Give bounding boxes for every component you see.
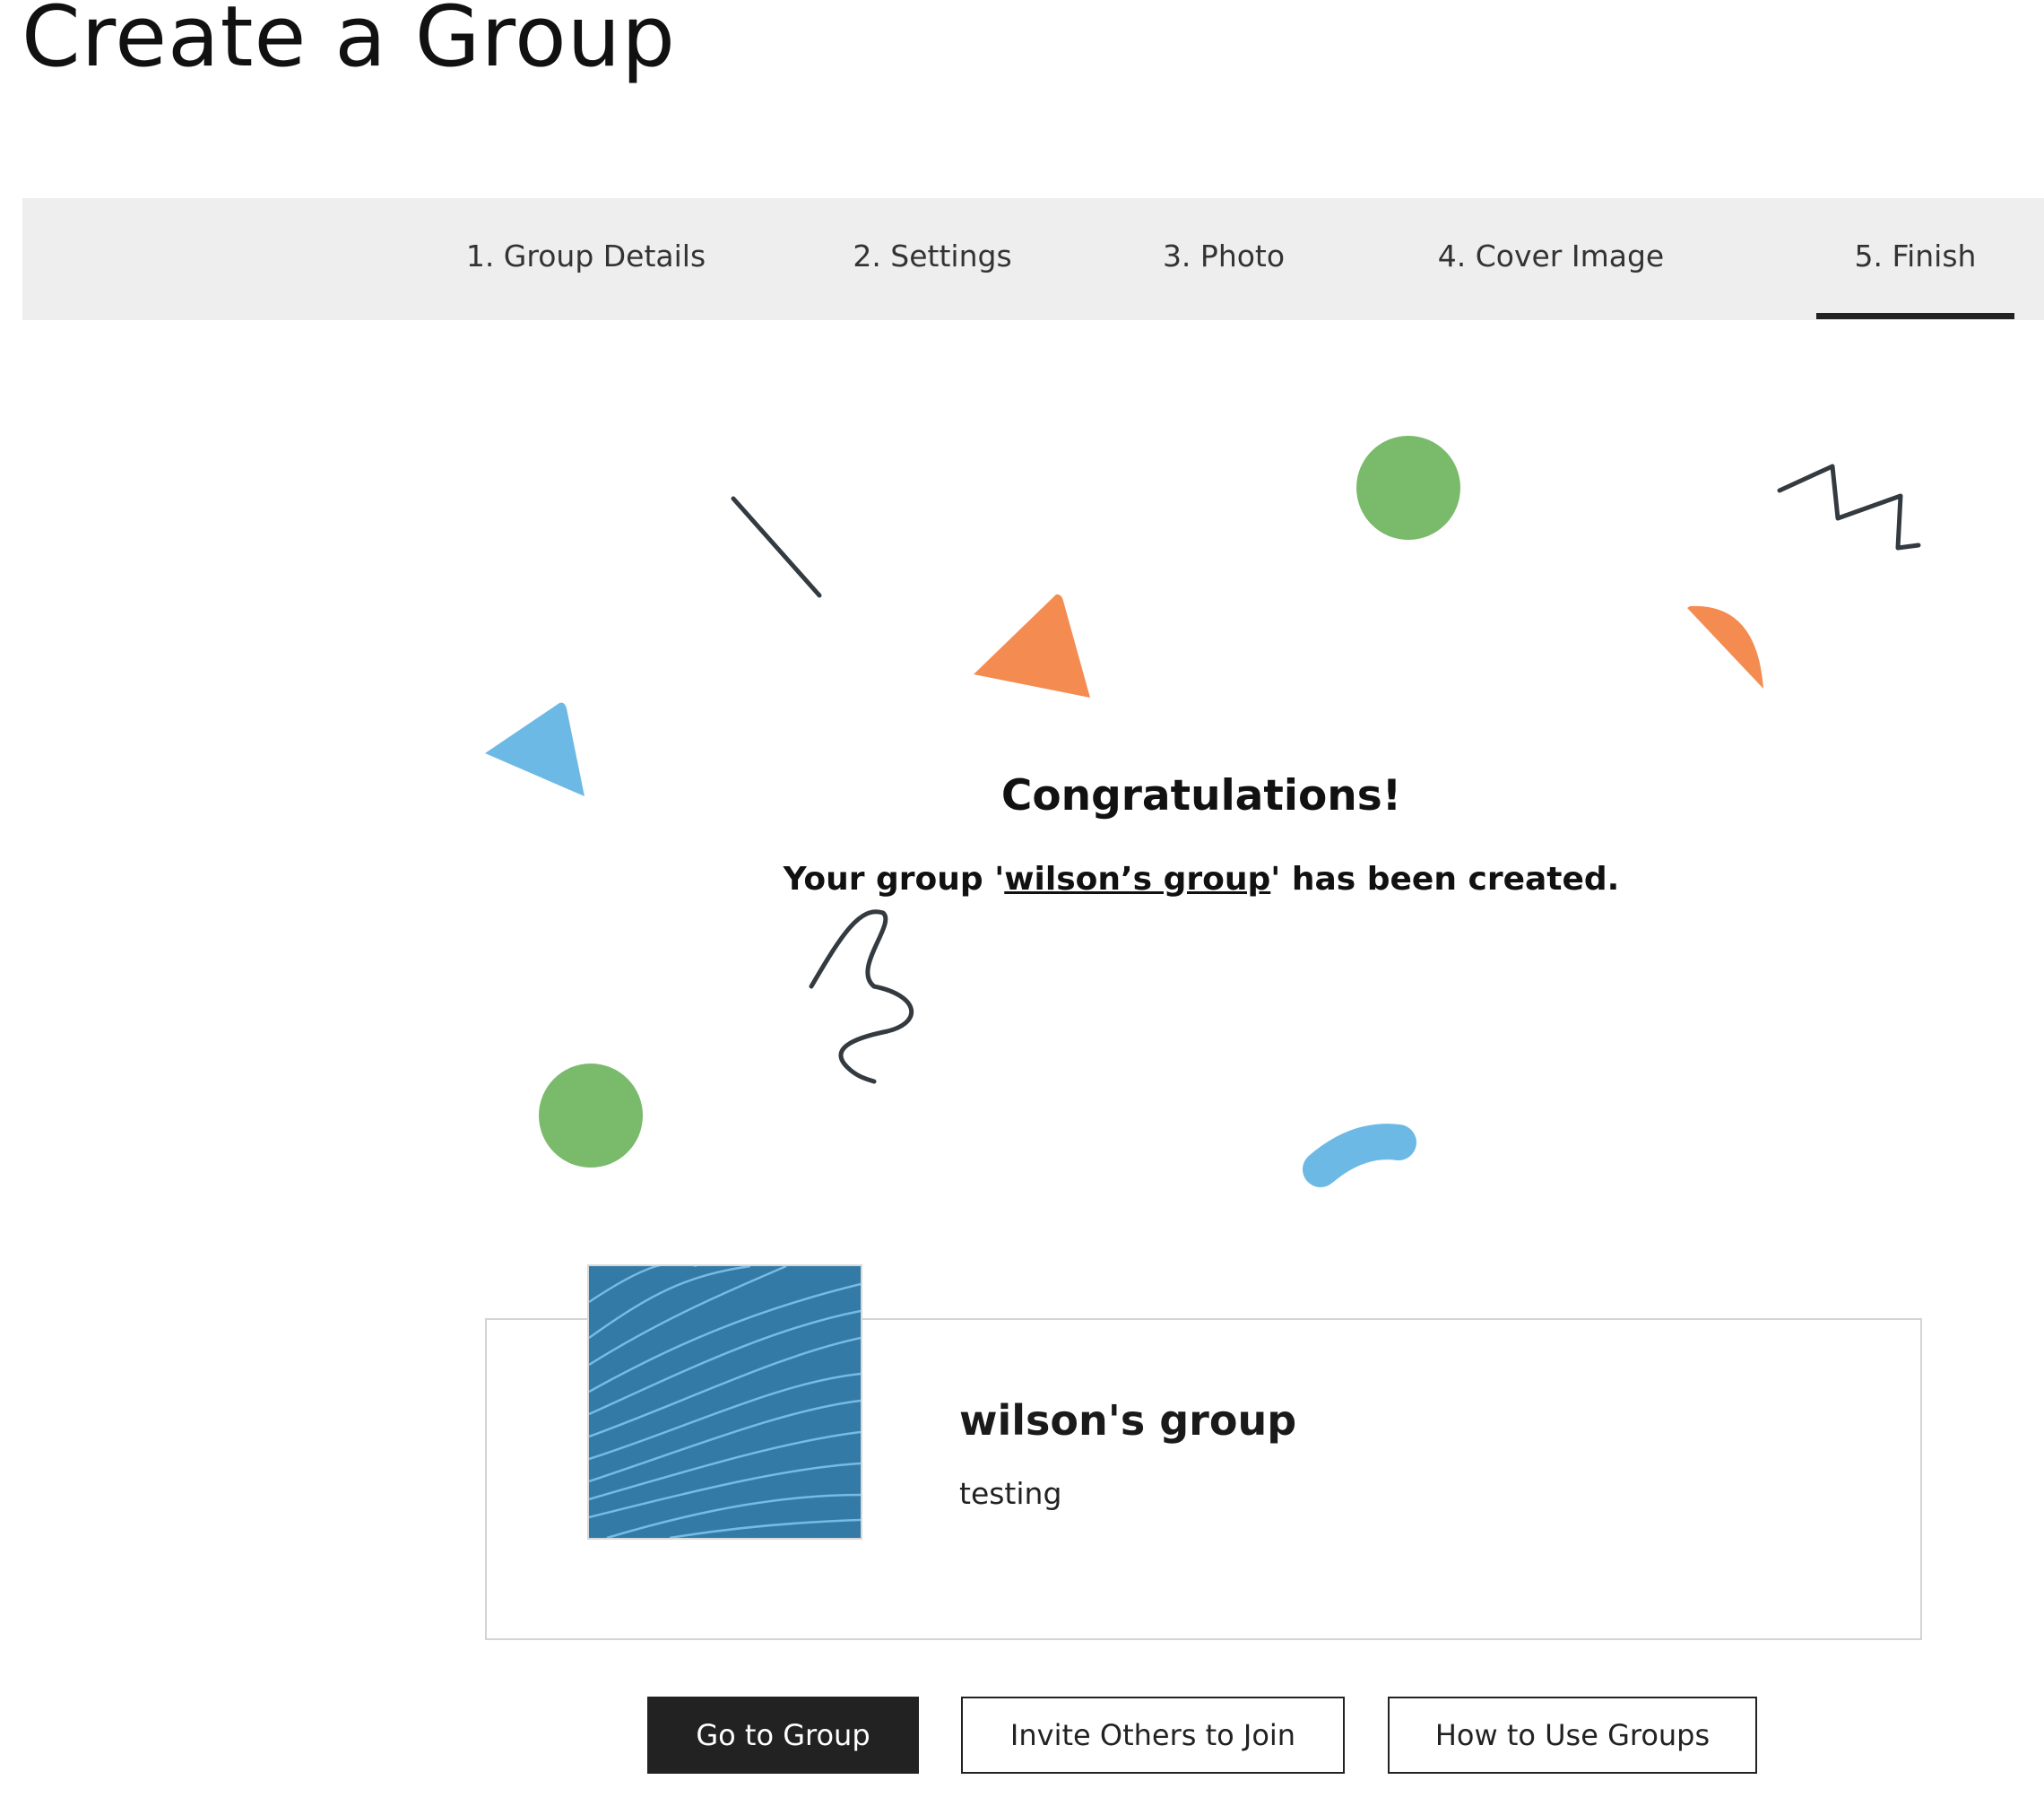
how-to-use-groups-button[interactable]: How to Use Groups [1388,1697,1757,1774]
group-created-message: Your group 'wilson’s group' has been cre… [574,861,1829,898]
confetti-squiggle-shape [809,909,914,1084]
confetti-green-circle [1356,436,1460,540]
page-title: Create a Group [22,0,676,86]
group-description: testing [959,1476,1062,1511]
confetti-green-circle-2 [539,1064,643,1168]
invite-others-button[interactable]: Invite Others to Join [961,1697,1345,1774]
wave-pattern-image [587,1264,862,1540]
step-cover-image[interactable]: 4. Cover Image [1407,198,1694,320]
step-settings[interactable]: 2. Settings [820,198,1044,320]
step-group-details[interactable]: 1. Group Details [435,198,737,320]
step-finish[interactable]: 5. Finish [1816,198,2014,320]
confetti-orange-triangle [974,594,1090,698]
active-step-indicator [1816,313,2014,319]
group-link[interactable]: wilson’s group [1004,861,1270,898]
congratulations-heading: Congratulations! [1000,771,1402,821]
group-name: wilson's group [959,1396,1297,1445]
confetti-zigzag-shape [1777,464,1921,551]
go-to-group-button[interactable]: Go to Group [647,1697,919,1774]
confetti-blue-triangle [485,702,585,796]
confetti-orange-wedge [1687,605,1763,689]
confetti-line-shape [731,496,822,598]
confetti-blue-stroke [1303,1124,1416,1187]
step-navigation: 1. Group Details 2. Settings 3. Photo 4.… [22,198,2044,320]
step-photo[interactable]: 3. Photo [1134,198,1313,320]
message-prefix: Your group ' [783,861,1005,898]
message-suffix: ' has been created. [1270,861,1620,898]
